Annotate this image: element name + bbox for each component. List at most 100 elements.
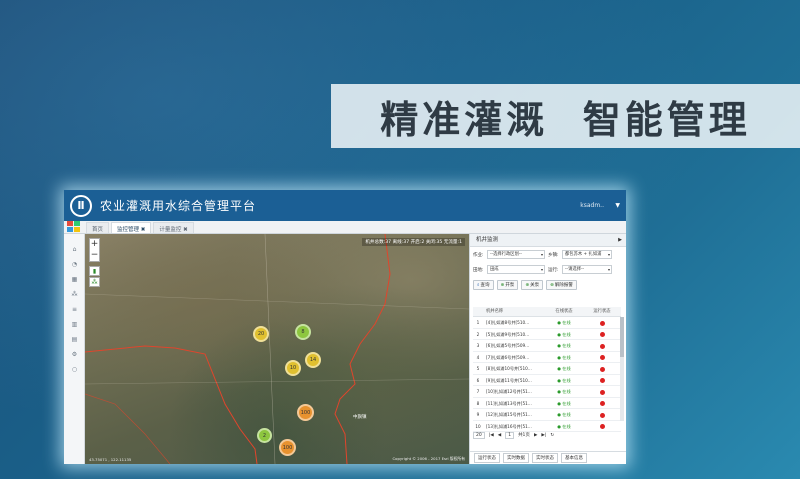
next-page-button[interactable]: ▶ [534, 433, 537, 438]
open-pump-button[interactable]: ⊕开泵 [496, 279, 519, 290]
col-well-name[interactable]: 机井名称 [483, 307, 545, 316]
refresh-icon[interactable]: ↻ [550, 433, 554, 438]
run-status [583, 421, 621, 432]
zoom-in-button[interactable]: + [90, 239, 99, 250]
page-total: 共1页 [518, 433, 530, 438]
col-online[interactable]: 在线状态 [545, 307, 583, 316]
place-label: 中旗镇 [353, 415, 367, 420]
online-status: ● 在线 [557, 389, 571, 394]
table-row[interactable]: 7 [10]扎如浦12号井[51... ● 在线 [473, 386, 621, 398]
clear-alarm-button[interactable]: ⊕解除报警 [546, 279, 577, 290]
field-select[interactable]: 田成 [487, 265, 545, 274]
chevron-down-icon[interactable]: ▼ [615, 202, 620, 209]
tab-basic-info[interactable]: 基本信息 [561, 453, 587, 463]
prev-page-button[interactable]: ◀ [498, 433, 501, 438]
app-title: 农业灌溉用水综合管理平台 [100, 199, 257, 213]
pager: 20 |◀ ◀ 1 共1页 ▶ ▶| ↻ [473, 430, 558, 440]
close-pump-button[interactable]: ⊕关泵 [521, 279, 544, 290]
map-copyright: Copyright © 2006 - 2017 Esri 版权所有 [392, 456, 465, 461]
region-select[interactable]: --选择行政区划-- [487, 250, 545, 259]
table-row[interactable]: 6 [9]扎如浦11号井[510... ● 在线 [473, 375, 621, 386]
online-status: ● 在线 [557, 377, 571, 383]
page-input[interactable]: 1 [505, 431, 515, 439]
map-coordinates: 43.75071 , 122.11135 [89, 457, 132, 462]
tab-monitor-management[interactable]: 监控管理 ✖ [111, 222, 152, 233]
tab-run-status[interactable]: 运行状态 [474, 453, 500, 463]
run-status [583, 352, 621, 363]
stopped-status-icon [599, 343, 605, 349]
cluster-marker[interactable]: 20 [253, 326, 269, 342]
run-status [583, 340, 621, 351]
windows-logo-icon[interactable] [67, 221, 81, 233]
cluster-icon[interactable]: ⁂ [89, 277, 100, 287]
run-select[interactable]: --请选择-- [562, 265, 612, 274]
online-status: ● 在线 [557, 331, 571, 337]
run-status [583, 398, 621, 409]
table-row[interactable]: 4 [7]扎如浦6号井[509... ● 在线 [473, 352, 621, 363]
layer-icon[interactable]: ▮ [89, 266, 100, 276]
stopped-status-icon [599, 401, 605, 406]
map-boundaries [85, 234, 469, 464]
run-status [583, 329, 621, 340]
action-buttons: ⌕查询 ⊕开泵 ⊕关泵 ⊕解除报警 [470, 277, 626, 292]
bar-chart-icon[interactable]: ▥ [64, 317, 85, 332]
cluster-marker[interactable]: 10 [285, 360, 301, 376]
page-size-select[interactable]: 20 [473, 431, 485, 439]
stopped-status-icon [599, 378, 605, 383]
table-row[interactable]: 8 [11]扎如浦13号井[51... ● 在线 [473, 398, 621, 409]
run-status [583, 409, 621, 420]
town-select[interactable]: 都包苏木 + 扎如浦 [562, 250, 612, 259]
circle-icon[interactable]: ○ [64, 362, 85, 377]
table-icon[interactable]: ▤ [64, 332, 85, 347]
logo-icon: Ⅱ [70, 194, 92, 217]
cluster-marker[interactable]: 2 [257, 428, 272, 443]
gear-icon[interactable]: ⚙ [64, 347, 85, 362]
map-view[interactable]: 机井总数:37 离线:37 开启:2 关闭:35 无流量:1 + − ▮ ⁂ 8… [85, 234, 469, 464]
home-icon[interactable]: ⌂ [64, 242, 85, 257]
filter-run-label: 运行: [548, 267, 559, 273]
first-page-button[interactable]: |◀ [489, 433, 494, 438]
pie-icon[interactable]: ◔ [64, 257, 85, 272]
last-page-button[interactable]: ▶| [541, 433, 546, 438]
list-icon[interactable]: ≡ [64, 302, 85, 317]
app-window: Ⅱ 农业灌溉用水综合管理平台 ksadm.. ▼ 首页 监控管理 ✖ 计量监控 … [64, 190, 626, 464]
zoom-control: + − [89, 238, 100, 262]
online-status: ● 在线 [557, 400, 571, 406]
panel-title: 机井监测 ▶ [470, 234, 626, 247]
query-button[interactable]: ⌕查询 [473, 279, 494, 290]
stopped-status-icon [599, 412, 605, 418]
stopped-status-icon [599, 320, 605, 326]
map-stats: 机井总数:37 离线:37 开启:2 关闭:35 无流量:1 [362, 238, 465, 246]
table-row[interactable]: 9 [12]扎如浦15号井[51... ● 在线 [473, 409, 621, 421]
user-name[interactable]: ksadm.. [580, 202, 604, 209]
tab-home[interactable]: 首页 [86, 222, 110, 233]
network-icon[interactable]: ⁂ [64, 287, 85, 302]
filter-region-label: 作业: [473, 252, 484, 258]
tab-realtime-data[interactable]: 实时数据 [503, 453, 529, 463]
grid-icon[interactable]: ▦ [64, 272, 85, 287]
cluster-marker[interactable]: 100 [297, 404, 314, 421]
run-status [583, 375, 621, 386]
col-run[interactable]: 运行状态 [583, 307, 621, 316]
table-header: 机井名称 在线状态 运行状态 [473, 307, 621, 317]
table-row[interactable]: 5 [8]扎如浦10号井[510... ● 在线 [473, 363, 621, 375]
tab-metering-monitor[interactable]: 计量监控 ✖ [153, 222, 194, 233]
tab-realtime-status[interactable]: 实时状态 [532, 453, 558, 463]
table-scrollbar[interactable] [620, 317, 624, 421]
collapse-icon[interactable]: ▶ [618, 234, 622, 247]
cluster-marker[interactable]: 14 [305, 352, 321, 368]
zoom-out-button[interactable]: − [90, 250, 99, 261]
online-status: ● 在线 [557, 366, 571, 371]
panel-title-text: 机井监测 [476, 237, 499, 243]
table-row[interactable]: 3 [6]扎如浦5号井[509... ● 在线 [473, 340, 621, 352]
cluster-marker[interactable]: 8 [295, 324, 311, 340]
run-status [583, 317, 621, 328]
run-status [583, 363, 621, 374]
cluster-marker[interactable]: 100 [279, 439, 296, 456]
stopped-status-icon [599, 366, 605, 372]
left-rail: ⌂ ◔ ▦ ⁂ ≡ ▥ ▤ ⚙ ○ [64, 221, 85, 464]
table-row[interactable]: 1 [4]扎如浦8号井[510... ● 在线 [473, 317, 621, 329]
filter-field-label: 田地: [473, 267, 484, 273]
online-status: ● 在线 [557, 354, 571, 360]
table-row[interactable]: 2 [5]扎如浦9号井[510... ● 在线 [473, 329, 621, 340]
